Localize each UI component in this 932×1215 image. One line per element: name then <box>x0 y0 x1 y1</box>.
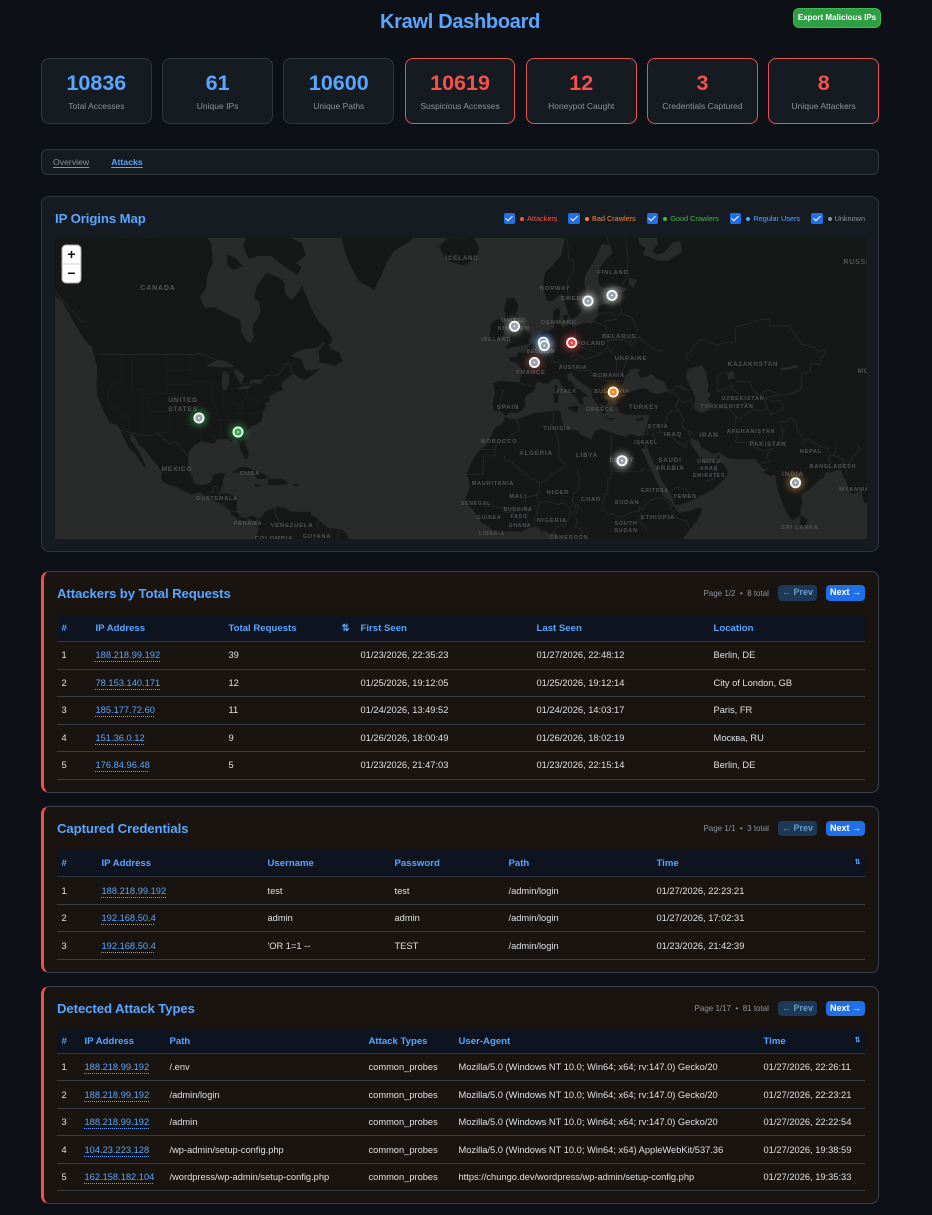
svg-text:IRAN: IRAN <box>699 432 718 439</box>
svg-text:ROMANIA: ROMANIA <box>593 373 625 379</box>
svg-text:SPAIN: SPAIN <box>497 404 519 411</box>
svg-text:VENEZUELA: VENEZUELA <box>271 523 314 529</box>
svg-text:SAUDI: SAUDI <box>658 457 681 464</box>
svg-text:AUSTRIA: AUSTRIA <box>559 365 587 371</box>
svg-text:GUATEMALA: GUATEMALA <box>196 496 238 502</box>
svg-text:POLAND: POLAND <box>576 341 606 347</box>
svg-text:UKRAINE: UKRAINE <box>615 356 647 362</box>
svg-text:CANADA: CANADA <box>140 285 175 292</box>
svg-text:−: − <box>67 265 75 281</box>
svg-text:KAZAKHSTAN: KAZAKHSTAN <box>728 361 779 368</box>
svg-text:NEPAL: NEPAL <box>800 449 822 455</box>
svg-text:SUDAN: SUDAN <box>615 500 640 506</box>
svg-text:CUBA: CUBA <box>240 471 260 477</box>
svg-text:PANAMA: PANAMA <box>234 521 263 527</box>
svg-text:ARAB: ARAB <box>700 466 718 472</box>
svg-text:YEMEN: YEMEN <box>673 494 697 500</box>
svg-text:SYRIA: SYRIA <box>648 424 669 430</box>
svg-text:EMIRATES: EMIRATES <box>693 473 725 479</box>
svg-text:MYANMAR: MYANMAR <box>839 487 867 493</box>
svg-text:MEXICO: MEXICO <box>162 466 193 473</box>
svg-text:UNITED: UNITED <box>697 459 721 465</box>
svg-text:FASO: FASO <box>510 514 527 520</box>
svg-text:TURKMENISTAN: TURKMENISTAN <box>700 404 753 410</box>
svg-text:ISRAEL: ISRAEL <box>634 440 657 446</box>
svg-text:DENMARK: DENMARK <box>541 320 577 326</box>
svg-text:FRANCE: FRANCE <box>516 370 545 376</box>
svg-text:ERITREA: ERITREA <box>641 488 669 494</box>
svg-text:RUSSIA: RUSSIA <box>843 259 867 266</box>
svg-text:BURKINA: BURKINA <box>503 507 532 513</box>
svg-text:+: + <box>67 246 75 262</box>
svg-text:SENEGAL: SENEGAL <box>461 501 491 507</box>
svg-text:TURKEY: TURKEY <box>629 404 659 411</box>
svg-text:FINLAND: FINLAND <box>597 270 628 276</box>
svg-text:NIGER: NIGER <box>547 490 570 496</box>
svg-text:MOROCCO: MOROCCO <box>480 439 517 445</box>
svg-text:LIBERIA: LIBERIA <box>479 531 505 537</box>
svg-text:SOUTH: SOUTH <box>614 521 637 527</box>
svg-text:IRELAND: IRELAND <box>481 337 511 343</box>
svg-text:IRAQ: IRAQ <box>664 432 682 438</box>
svg-text:SUDAN: SUDAN <box>614 528 638 534</box>
svg-text:CAMEROON: CAMEROON <box>549 535 588 539</box>
svg-text:COLOMBIA: COLOMBIA <box>255 536 293 539</box>
svg-text:AFGHANISTAN: AFGHANISTAN <box>727 429 775 435</box>
svg-text:CHAD: CHAD <box>581 497 601 503</box>
svg-text:UNITED: UNITED <box>168 397 197 404</box>
svg-text:GHANA: GHANA <box>509 523 532 529</box>
svg-text:ITALY: ITALY <box>557 389 577 395</box>
svg-text:TUNISIA: TUNISIA <box>543 426 571 432</box>
svg-text:GUINEA: GUINEA <box>477 515 502 521</box>
svg-text:ETHIOPIA: ETHIOPIA <box>641 515 675 521</box>
svg-text:LIBYA: LIBYA <box>576 452 598 459</box>
svg-text:ARABIA: ARABIA <box>656 465 685 472</box>
svg-text:UZBEKISTAN: UZBEKISTAN <box>721 396 764 402</box>
svg-text:STATES: STATES <box>168 406 198 413</box>
svg-text:BELARUS: BELARUS <box>602 334 636 340</box>
svg-text:ICELAND: ICELAND <box>445 255 478 262</box>
svg-text:ALGERIA: ALGERIA <box>519 450 552 457</box>
svg-text:NIGERIA: NIGERIA <box>537 518 567 524</box>
svg-text:GUYANA: GUYANA <box>303 534 331 539</box>
svg-text:SRI LANKA: SRI LANKA <box>781 525 818 531</box>
svg-text:GREECE: GREECE <box>586 407 614 413</box>
svg-text:MAURITANIA: MAURITANIA <box>472 481 514 487</box>
svg-text:PAKISTAN: PAKISTAN <box>749 441 786 448</box>
svg-text:MONGOLIA: MONGOLIA <box>858 368 867 375</box>
svg-text:BANGLADESH: BANGLADESH <box>810 464 857 470</box>
svg-text:MALI: MALI <box>509 494 527 500</box>
svg-text:NORWAY: NORWAY <box>540 286 571 292</box>
